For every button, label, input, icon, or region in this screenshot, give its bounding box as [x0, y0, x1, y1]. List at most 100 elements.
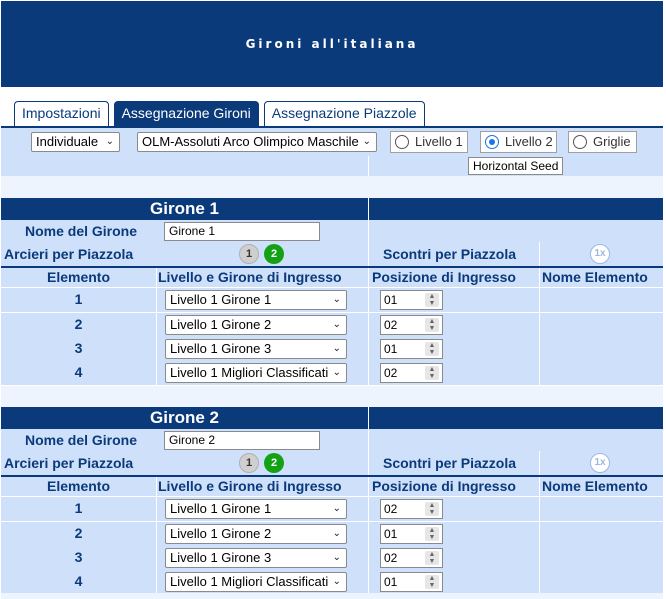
- livello-select-value: Livello 1 Girone 1: [170, 292, 272, 307]
- posizione-value: 02: [384, 366, 398, 380]
- radio-griglie[interactable]: Griglie: [568, 131, 637, 153]
- livello-select-value: Livello 1 Girone 2: [170, 317, 272, 332]
- nome-girone-input[interactable]: Girone 2: [164, 431, 320, 450]
- col-livello: Livello e Girone di Ingresso: [158, 269, 342, 285]
- tab-assegnazione-gironi[interactable]: Assegnazione Gironi: [113, 101, 259, 126]
- spinner-icon[interactable]: ▲ ▼: [425, 342, 439, 356]
- posizione-input[interactable]: 02 ▲ ▼: [380, 363, 443, 383]
- radio-circle-icon: [485, 135, 499, 149]
- nome-girone-input[interactable]: Girone 1: [164, 222, 320, 241]
- posizione-input[interactable]: 01 ▲ ▼: [380, 572, 443, 592]
- arcieri-row: Arcieri per Piazzola 1 2 Scontri per Pia…: [1, 242, 663, 266]
- scontri-badge[interactable]: 1x: [590, 244, 610, 264]
- posizione-input[interactable]: 02 ▲ ▼: [380, 548, 443, 568]
- spinner-icon[interactable]: ▲ ▼: [425, 551, 439, 565]
- livello-select[interactable]: Livello 1 Girone 2 ⌄: [165, 315, 347, 335]
- radio-circle-icon: [395, 135, 409, 149]
- radio-livello-2[interactable]: Livello 2: [480, 131, 557, 153]
- chevron-down-icon: ⌄: [332, 367, 341, 378]
- row-number: 3: [74, 549, 83, 565]
- arcieri-option-1[interactable]: 1: [239, 244, 259, 264]
- spinner-icon[interactable]: ▲ ▼: [425, 527, 439, 541]
- livello-select-value: Livello 1 Girone 3: [170, 341, 272, 356]
- posizione-input[interactable]: 02 ▲ ▼: [380, 315, 443, 335]
- seed-row: [1, 156, 663, 176]
- divider: [368, 198, 369, 220]
- chevron-down-icon: ⌄: [332, 552, 341, 563]
- posizione-input[interactable]: 01 ▲ ▼: [380, 524, 443, 544]
- col-posizione: Posizione di Ingresso: [372, 478, 516, 494]
- livello-select[interactable]: Livello 1 Girone 1 ⌄: [165, 499, 347, 519]
- girone-title: Girone 2: [150, 408, 219, 427]
- scontri-label: Scontri per Piazzola: [383, 455, 517, 471]
- tab-assegnazione-piazzole[interactable]: Assegnazione Piazzole: [263, 101, 425, 126]
- posizione-value: 02: [384, 318, 398, 332]
- spinner-icon[interactable]: ▲ ▼: [425, 502, 439, 516]
- page-title: Gironi all'italiana: [245, 37, 419, 51]
- livello-select-value: Livello 1 Girone 2: [170, 526, 272, 541]
- divider: [156, 477, 157, 496]
- divider: [368, 313, 369, 337]
- posizione-input[interactable]: 01 ▲ ▼: [380, 339, 443, 359]
- filter-bar: Individuale ⌄ OLM-Assoluti Arco Olimpico…: [1, 128, 663, 156]
- posizione-input[interactable]: 02 ▲ ▼: [380, 499, 443, 519]
- horizontal-seed-button[interactable]: Horizontal Seed: [468, 157, 564, 175]
- chevron-down-icon: ⌄: [362, 136, 371, 147]
- divider: [156, 288, 157, 312]
- posizione-value: 02: [384, 502, 398, 516]
- row-number: 4: [74, 364, 83, 380]
- livello-select[interactable]: Livello 1 Girone 3 ⌄: [165, 339, 347, 359]
- livello-select-value: Livello 1 Girone 1: [170, 501, 272, 516]
- divider: [368, 497, 369, 521]
- spinner-icon[interactable]: ▲ ▼: [425, 318, 439, 332]
- posizione-input[interactable]: 01 ▲ ▼: [380, 290, 443, 310]
- column-header-row: Elemento Livello e Girone di Ingresso Po…: [1, 477, 663, 496]
- scontri-badge[interactable]: 1x: [590, 453, 610, 473]
- arcieri-option-2[interactable]: 2: [264, 244, 284, 264]
- spacer: [1, 176, 663, 198]
- livello-select[interactable]: Livello 1 Girone 3 ⌄: [165, 548, 347, 568]
- livello-select[interactable]: Livello 1 Migliori Classificati ⌄: [165, 572, 347, 592]
- spinner-icon[interactable]: ▲ ▼: [425, 366, 439, 380]
- spinner-icon[interactable]: ▲ ▼: [425, 293, 439, 307]
- divider: [539, 313, 540, 337]
- chevron-down-icon: ⌄: [332, 294, 341, 305]
- tab-impostazioni[interactable]: Impostazioni: [14, 101, 109, 126]
- nome-row: Nome del Girone Girone 1: [1, 220, 663, 242]
- radio-livello-1[interactable]: Livello 1: [390, 131, 468, 153]
- divider: [156, 313, 157, 337]
- row-number: 2: [74, 316, 83, 332]
- row-number: 1: [74, 291, 83, 307]
- radio-circle-icon: [573, 135, 587, 149]
- radio-label: Livello 2: [505, 134, 553, 149]
- livello-select[interactable]: Livello 1 Girone 2 ⌄: [165, 524, 347, 544]
- nome-row: Nome del Girone Girone 2: [1, 429, 663, 451]
- livello-select[interactable]: Livello 1 Migliori Classificati ⌄: [165, 363, 347, 383]
- divider: [156, 268, 157, 287]
- divider: [368, 220, 369, 242]
- divider: [368, 268, 369, 287]
- spinner-icon[interactable]: ▲ ▼: [425, 575, 439, 589]
- event-select[interactable]: OLM-Assoluti Arco Olimpico Maschile ⌄: [137, 132, 377, 152]
- divider: [539, 477, 540, 496]
- divider: [539, 497, 540, 521]
- chevron-down-icon: ⌄: [332, 343, 341, 354]
- spacer: [1, 593, 663, 599]
- arcieri-option-1[interactable]: 1: [239, 453, 259, 473]
- nome-girone-label: Nome del Girone: [25, 432, 138, 448]
- divider: [539, 522, 540, 546]
- table-row: 3 Livello 1 Girone 3 ⌄ 02 ▲ ▼: [1, 546, 663, 570]
- type-select[interactable]: Individuale ⌄: [31, 132, 120, 152]
- divider: [368, 546, 369, 570]
- livello-select-value: Livello 1 Migliori Classificati: [170, 574, 329, 589]
- divider: [539, 451, 540, 475]
- divider: [539, 546, 540, 570]
- table-row: 2 Livello 1 Girone 2 ⌄ 01 ▲ ▼: [1, 522, 663, 546]
- table-row: 4 Livello 1 Migliori Classificati ⌄ 02 ▲…: [1, 361, 663, 385]
- livello-select[interactable]: Livello 1 Girone 1 ⌄: [165, 290, 347, 310]
- divider: [368, 522, 369, 546]
- divider: [368, 242, 369, 266]
- chevron-down-icon: ⌄: [332, 503, 341, 514]
- arcieri-option-2[interactable]: 2: [264, 453, 284, 473]
- divider: [368, 451, 369, 475]
